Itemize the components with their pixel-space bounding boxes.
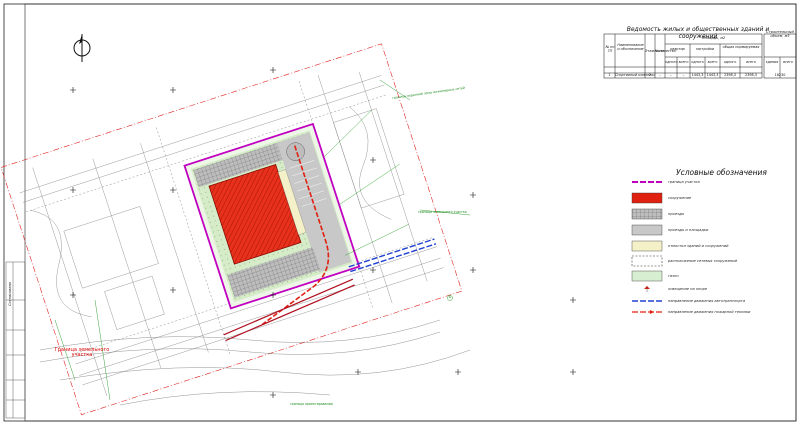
col-count: Количество — [655, 49, 676, 53]
col-apartments: квартир — [670, 47, 685, 51]
row-apt-all: – — [682, 73, 685, 77]
legend-label-fire: направление движения пожарной техники — [668, 310, 751, 314]
col-volume: Строительный объем, м3 — [766, 30, 794, 38]
col-all: всего — [783, 60, 793, 64]
row-floors: 2 — [648, 73, 652, 77]
col-building: застройки — [695, 47, 715, 51]
green-note-2: граница проектирования — [290, 402, 333, 406]
row-count: – — [659, 73, 661, 77]
row-total-one: 2398,3 — [724, 73, 736, 77]
legend-label-lighting: освещение на опоре — [668, 287, 708, 291]
col-name: Наименование и обозначение — [617, 43, 644, 51]
col-floors: Этажность — [645, 49, 665, 53]
col-total: общая нормируемая — [722, 45, 760, 49]
red-site-note: Граница земельного участка — [54, 347, 110, 358]
row-bld-all: 1443,3 — [706, 73, 719, 77]
row-apt-one: – — [670, 73, 672, 77]
row-volume: 18230 — [774, 73, 786, 77]
row-total-all: 2398,3 — [745, 73, 757, 77]
drawing-sheet: Ведомость жилых и общественных зданий и … — [0, 0, 800, 425]
group-area: Площадь, м2 — [701, 36, 726, 40]
sub-one-apt: одного — [665, 60, 678, 64]
legend-label-driveways: проезды — [668, 212, 685, 216]
stamp-text: Согласовано — [8, 281, 12, 306]
legend-title: Условные обозначения — [676, 168, 767, 177]
sub-one-total: одного — [723, 60, 737, 64]
green-note-3: граница земельного участка — [418, 210, 467, 214]
sub-one-bld: одного — [691, 60, 704, 64]
col-no: № по ГП — [605, 45, 615, 53]
legend-label-driveways-areas: проезды и площадки — [668, 228, 709, 232]
row-bld-one: 1443,3 — [691, 73, 704, 77]
sub-all-total: всего — [746, 60, 756, 64]
legend-swatches — [631, 181, 663, 314]
legend-label-traffic: направление движения автотранспорта — [668, 299, 746, 303]
legend-label-boundary: граница участка — [668, 180, 700, 184]
row-name: Спортивный комплекс — [615, 73, 656, 77]
col-bldg: здания — [765, 60, 779, 64]
legend-label-structure: сооружение — [668, 196, 692, 200]
legend-label-blind-areas: отмостки зданий и сооружений — [668, 244, 729, 248]
legend-label-networks: расположение сетевых сооружений — [668, 259, 737, 263]
sub-all-bld: всего — [707, 60, 718, 64]
row-no: 1 — [608, 73, 611, 77]
sub-all-apt: всего — [678, 60, 689, 64]
buildings-table-grid — [603, 33, 797, 79]
north-arrow-icon — [73, 34, 91, 62]
legend-label-lawn: газон — [668, 274, 679, 278]
road-marker-b: Б — [448, 295, 452, 299]
